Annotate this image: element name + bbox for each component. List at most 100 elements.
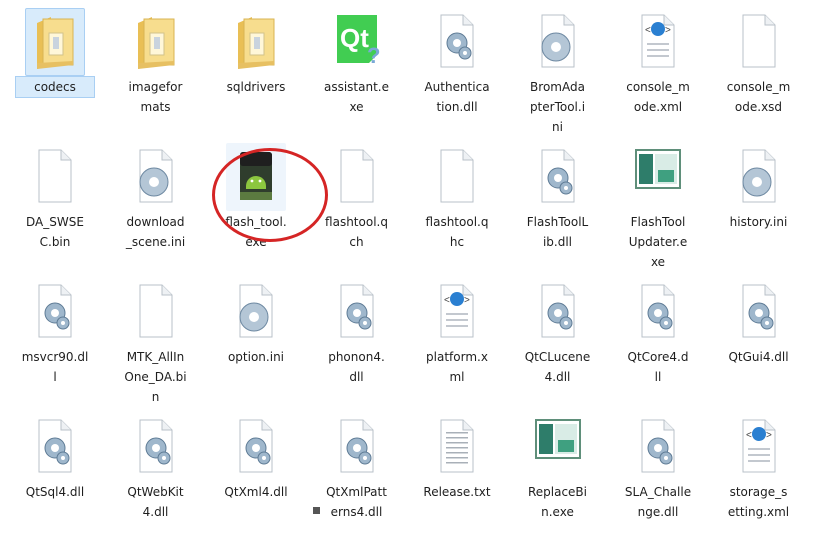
- blank-file-icon: [427, 143, 487, 211]
- file-name-label: BromAda pterTool.i ni: [529, 80, 586, 134]
- xml-file-icon: < >: [427, 278, 487, 346]
- folder-icon: [126, 8, 186, 76]
- folder-icon: [25, 8, 85, 76]
- file-item[interactable]: download _scene.ini: [116, 143, 196, 271]
- file-name-label: imagefor mats: [128, 80, 183, 114]
- file-item[interactable]: BromAda pterTool.i ni: [518, 8, 598, 136]
- android-flash-tool-icon: [226, 143, 286, 211]
- cursor-marker: [313, 507, 320, 514]
- settings-file-icon: [729, 143, 789, 211]
- file-name-label: history.ini: [729, 215, 788, 229]
- dll-icon: [25, 278, 85, 346]
- file-name-label: QtGui4.dll: [728, 350, 789, 364]
- blank-file-icon: [729, 8, 789, 76]
- svg-text:<: <: [444, 295, 450, 306]
- file-name-label: phonon4. dll: [328, 350, 385, 384]
- svg-text:>: >: [665, 25, 671, 36]
- dll-icon: [226, 413, 286, 481]
- file-item[interactable]: FlashTool Updater.e xe: [618, 143, 698, 271]
- file-name-label: FlashTool Updater.e xe: [628, 215, 688, 269]
- file-name-label: console_m ode.xsd: [726, 80, 791, 114]
- file-item[interactable]: QtXmlPatt erns4.dll: [317, 413, 397, 541]
- file-item[interactable]: SLA_Challe nge.dll: [618, 413, 698, 541]
- dll-icon: [427, 8, 487, 76]
- file-item[interactable]: MTK_AllIn One_DA.bi n: [116, 278, 196, 406]
- file-item[interactable]: msvcr90.dl l: [15, 278, 95, 406]
- file-item[interactable]: < > console_m ode.xml: [618, 8, 698, 136]
- file-name-label: option.ini: [227, 350, 285, 364]
- file-item[interactable]: option.ini: [216, 278, 296, 406]
- svg-text:>: >: [464, 295, 470, 306]
- settings-file-icon: [528, 8, 588, 76]
- file-item[interactable]: flash_tool. exe: [216, 143, 296, 271]
- file-item[interactable]: Qt? assistant.e xe: [317, 8, 397, 136]
- file-name-label: QtCore4.d ll: [627, 350, 689, 384]
- file-name-label: platform.x ml: [426, 350, 488, 384]
- file-item[interactable]: history.ini: [719, 143, 799, 271]
- blank-file-icon: [126, 278, 186, 346]
- svg-text:>: >: [766, 430, 772, 441]
- file-item[interactable]: QtWebKit 4.dll: [116, 413, 196, 541]
- file-name-label: flashtool.q hc: [425, 215, 489, 249]
- dll-icon: [327, 278, 387, 346]
- folder-icon: [226, 8, 286, 76]
- svg-text:<: <: [645, 25, 651, 36]
- blank-file-icon: [25, 143, 85, 211]
- file-item[interactable]: DA_SWSE C.bin: [15, 143, 95, 271]
- file-item[interactable]: flashtool.q ch: [317, 143, 397, 271]
- text-file-icon: [427, 413, 487, 481]
- file-item[interactable]: flashtool.q hc: [417, 143, 497, 271]
- settings-file-icon: [226, 278, 286, 346]
- file-name-label: Release.txt: [423, 485, 491, 499]
- file-name-label: assistant.e xe: [323, 80, 389, 114]
- file-item[interactable]: QtCLucene 4.dll: [518, 278, 598, 406]
- settings-file-icon: [126, 143, 186, 211]
- file-item[interactable]: QtGui4.dll: [719, 278, 799, 406]
- dll-icon: [327, 413, 387, 481]
- dll-icon: [729, 278, 789, 346]
- dll-icon: [25, 413, 85, 481]
- dll-icon: [628, 413, 688, 481]
- svg-text:?: ?: [367, 43, 380, 67]
- svg-text:<: <: [746, 430, 752, 441]
- xml-file-icon: < >: [628, 8, 688, 76]
- file-name-label: DA_SWSE C.bin: [26, 215, 84, 249]
- dll-icon: [528, 278, 588, 346]
- blank-file-icon: [327, 143, 387, 211]
- file-item[interactable]: imagefor mats: [116, 8, 196, 136]
- file-item[interactable]: QtXml4.dll: [216, 413, 296, 541]
- file-name-label: sqldrivers: [226, 80, 286, 94]
- file-item[interactable]: Authentica tion.dll: [417, 8, 497, 136]
- file-name-label: codecs: [15, 76, 95, 98]
- file-item[interactable]: ReplaceBi n.exe: [518, 413, 598, 541]
- dll-icon: [126, 413, 186, 481]
- file-name-label: flashtool.q ch: [325, 215, 388, 249]
- file-name-label: download _scene.ini: [125, 215, 186, 249]
- app-window-icon: [628, 143, 688, 211]
- file-name-label: flash_tool. exe: [225, 215, 287, 249]
- dll-icon: [628, 278, 688, 346]
- qt-assistant-icon: Qt?: [327, 8, 387, 76]
- file-item[interactable]: FlashToolL ib.dll: [518, 143, 598, 271]
- file-name-label: msvcr90.dl l: [21, 350, 89, 384]
- file-item[interactable]: Release.txt: [417, 413, 497, 541]
- file-item[interactable]: console_m ode.xsd: [719, 8, 799, 136]
- file-name-label: MTK_AllIn One_DA.bi n: [124, 350, 187, 404]
- file-item[interactable]: < > storage_s etting.xml: [719, 413, 799, 541]
- svg-text:Qt: Qt: [340, 23, 369, 53]
- file-name-label: FlashToolL ib.dll: [526, 215, 589, 249]
- xml-file-icon: < >: [729, 413, 789, 481]
- file-item[interactable]: sqldrivers: [216, 8, 296, 136]
- file-name-label: QtSql4.dll: [25, 485, 85, 499]
- file-item[interactable]: phonon4. dll: [317, 278, 397, 406]
- dll-icon: [528, 143, 588, 211]
- file-item[interactable]: QtSql4.dll: [15, 413, 95, 541]
- file-name-label: console_m ode.xml: [626, 80, 690, 114]
- file-name-label: QtCLucene 4.dll: [524, 350, 591, 384]
- file-item[interactable]: < > platform.x ml: [417, 278, 497, 406]
- file-item[interactable]: QtCore4.d ll: [618, 278, 698, 406]
- file-item[interactable]: codecs: [15, 8, 95, 136]
- file-name-label: Authentica tion.dll: [424, 80, 490, 114]
- app-window-icon: [528, 413, 588, 481]
- file-name-label: QtXml4.dll: [224, 485, 288, 499]
